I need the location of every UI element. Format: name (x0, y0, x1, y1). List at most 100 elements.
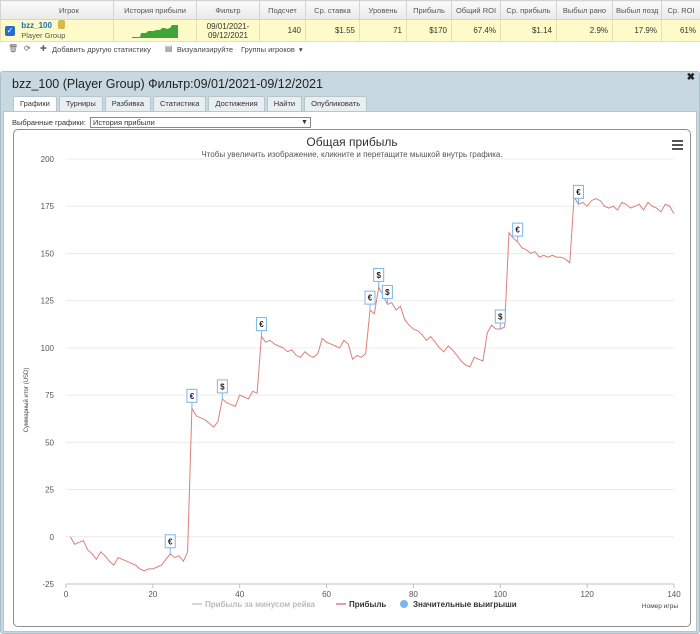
flag-currency-symbol: $ (376, 271, 381, 280)
chart-legend: Прибыль за минусом рейка Прибыль Значите… (192, 600, 517, 609)
flag-currency-symbol: € (515, 226, 520, 235)
add-stat-label: Добавить другую статистику (52, 44, 151, 54)
tab-breakdown[interactable]: Разбивка (104, 96, 152, 111)
avg-roi-cell: 61% (661, 19, 700, 42)
significant-win-flag[interactable]: € (572, 184, 584, 205)
x-axis-label: Номер игры (642, 603, 678, 610)
significant-win-flag[interactable]: $ (373, 267, 385, 288)
flag-currency-symbol: € (190, 392, 195, 401)
significant-win-flag[interactable]: € (186, 388, 198, 409)
col-header-avg-profit[interactable]: Ср. прибыль (500, 0, 557, 20)
user-icon (57, 20, 65, 29)
col-header-avg-roi[interactable]: Ср. ROI (661, 0, 700, 20)
col-header-total-roi[interactable]: Общий ROI (451, 0, 501, 20)
chart-selector-label: Выбранные графики: (12, 118, 86, 127)
tab-achievements[interactable]: Достижения (208, 96, 265, 111)
player-groups-dropdown[interactable]: Группы игроков ▾ (241, 45, 303, 54)
chart-selector-dropdown[interactable]: История прибыли ▼ (89, 117, 311, 128)
filter-date-from: 09/01/2021- (206, 21, 250, 31)
y-tick-label: 150 (41, 249, 55, 258)
profit-cell: $170 (406, 19, 452, 42)
col-header-count[interactable]: Подсчет (259, 0, 306, 20)
chevron-down-icon: ▼ (301, 119, 308, 126)
profit-series-line (69, 195, 675, 572)
legend-item-significant-wins[interactable]: Значительные выигрыши (400, 600, 517, 609)
legend-label-rake-profit: Прибыль за минусом рейка (205, 600, 316, 609)
significant-win-flag[interactable]: € (364, 290, 376, 311)
x-tick-label: 120 (580, 590, 594, 599)
close-icon[interactable]: ✖ (687, 72, 695, 83)
player-name-link[interactable]: bzz_100 (21, 21, 52, 30)
x-tick-label: 140 (667, 590, 681, 599)
profit-chart-container[interactable]: Общая прибыль Чтобы увеличить изображени… (13, 129, 691, 627)
significant-win-flag[interactable]: $ (216, 379, 228, 399)
player-groups-label: Группы игроков (241, 44, 295, 54)
player-detail-panel: ✖ bzz_100 (Player Group) Фильтр:09/01/20… (0, 71, 700, 634)
player-cell[interactable]: ✓ bzz_100 Player Group (0, 19, 114, 42)
flag-currency-symbol: € (368, 294, 373, 303)
legend-item-profit[interactable]: Прибыль (336, 600, 386, 609)
player-group-label: Player Group (21, 31, 66, 40)
flag-currency-symbol: $ (498, 313, 503, 322)
col-header-profit[interactable]: Прибыль (406, 0, 452, 20)
level-cell: 71 (359, 19, 407, 42)
plus-icon: ✚ (40, 44, 47, 53)
delete-button[interactable]: 🗑 (8, 44, 19, 53)
y-tick-label: 100 (41, 344, 55, 353)
col-header-level[interactable]: Уровень (359, 0, 407, 20)
chart-selector-row: Выбранные графики: История прибыли ▼ (12, 117, 311, 128)
early-out-cell: 2.9% (556, 19, 613, 42)
col-header-avg-stake[interactable]: Ср. ставка (305, 0, 360, 20)
tab-tournaments[interactable]: Турниры (58, 96, 103, 111)
legend-item-rake-profit[interactable]: Прибыль за минусом рейка (192, 600, 316, 609)
x-tick-label: 0 (64, 590, 69, 599)
table-header-row: Игрок История прибыли Фильтр Подсчет Ср.… (0, 0, 700, 20)
significant-win-flag[interactable]: $ (494, 309, 506, 329)
legend-label-profit: Прибыль (349, 600, 386, 609)
flag-currency-symbol: € (259, 320, 264, 329)
profit-line-chart[interactable]: -25 0 25 50 75 100 125 150 175 200 0 20 40 60 80 100 12… (14, 130, 690, 626)
flag-currency-symbol: € (576, 188, 581, 197)
panel-tabs: Графики Турниры Разбивка Статистика Дост… (13, 96, 368, 111)
tab-find[interactable]: Найти (266, 96, 303, 111)
stats-toolbar: 🗑 ⟳ ✚ Добавить другую статистику ▤ Визуа… (0, 42, 700, 56)
flag-currency-symbol: € (168, 537, 173, 546)
total-roi-cell: 67.4% (451, 19, 501, 42)
y-tick-label: -25 (42, 580, 54, 589)
col-header-late-out[interactable]: Выбыл позд (612, 0, 662, 20)
table-row[interactable]: ✓ bzz_100 Player Group 09/01/2021- 09/12… (0, 19, 700, 42)
significant-win-flag[interactable]: $ (381, 284, 393, 305)
y-tick-label: 175 (41, 202, 55, 211)
refresh-button[interactable]: ⟳ (24, 45, 32, 53)
y-tick-label: 200 (41, 155, 55, 164)
player-stats-table: Игрок История прибыли Фильтр Подсчет Ср.… (0, 0, 700, 42)
visualize-button[interactable]: ▤ Визуализируйте (165, 45, 233, 54)
tab-publish[interactable]: Опубликовать (304, 96, 368, 111)
count-cell: 140 (259, 19, 306, 42)
flag-currency-symbol: $ (385, 288, 390, 297)
x-tick-label: 80 (409, 590, 418, 599)
row-checkbox[interactable]: ✓ (5, 25, 15, 36)
col-header-player[interactable]: Игрок (0, 0, 114, 20)
significant-win-flag[interactable]: € (164, 534, 176, 554)
refresh-icon: ⟳ (24, 44, 31, 53)
trash-icon: 🗑 (8, 44, 19, 53)
col-header-early-out[interactable]: Выбыл рано (556, 0, 613, 20)
flag-currency-symbol: $ (220, 382, 225, 391)
add-stat-button[interactable]: ✚ Добавить другую статистику (40, 45, 151, 54)
visualize-label: Визуализируйте (176, 44, 233, 54)
tab-charts[interactable]: Графики (13, 96, 57, 111)
col-header-filter[interactable]: Фильтр (196, 0, 260, 20)
significant-win-flag[interactable]: € (255, 317, 267, 337)
y-tick-label: 0 (50, 533, 55, 542)
chart-icon: ▤ (164, 44, 173, 53)
sparkline-chart (132, 24, 178, 38)
tab-statistics[interactable]: Статистика (153, 96, 207, 111)
x-tick-label: 60 (322, 590, 331, 599)
avg-stake-cell: $1.55 (305, 19, 360, 42)
x-tick-label: 20 (148, 590, 157, 599)
late-out-cell: 17.9% (612, 19, 662, 42)
tab-content: Выбранные графики: История прибыли ▼ Общ… (3, 111, 697, 632)
x-tick-label: 100 (494, 590, 508, 599)
col-header-profit-history[interactable]: История прибыли (113, 0, 197, 20)
